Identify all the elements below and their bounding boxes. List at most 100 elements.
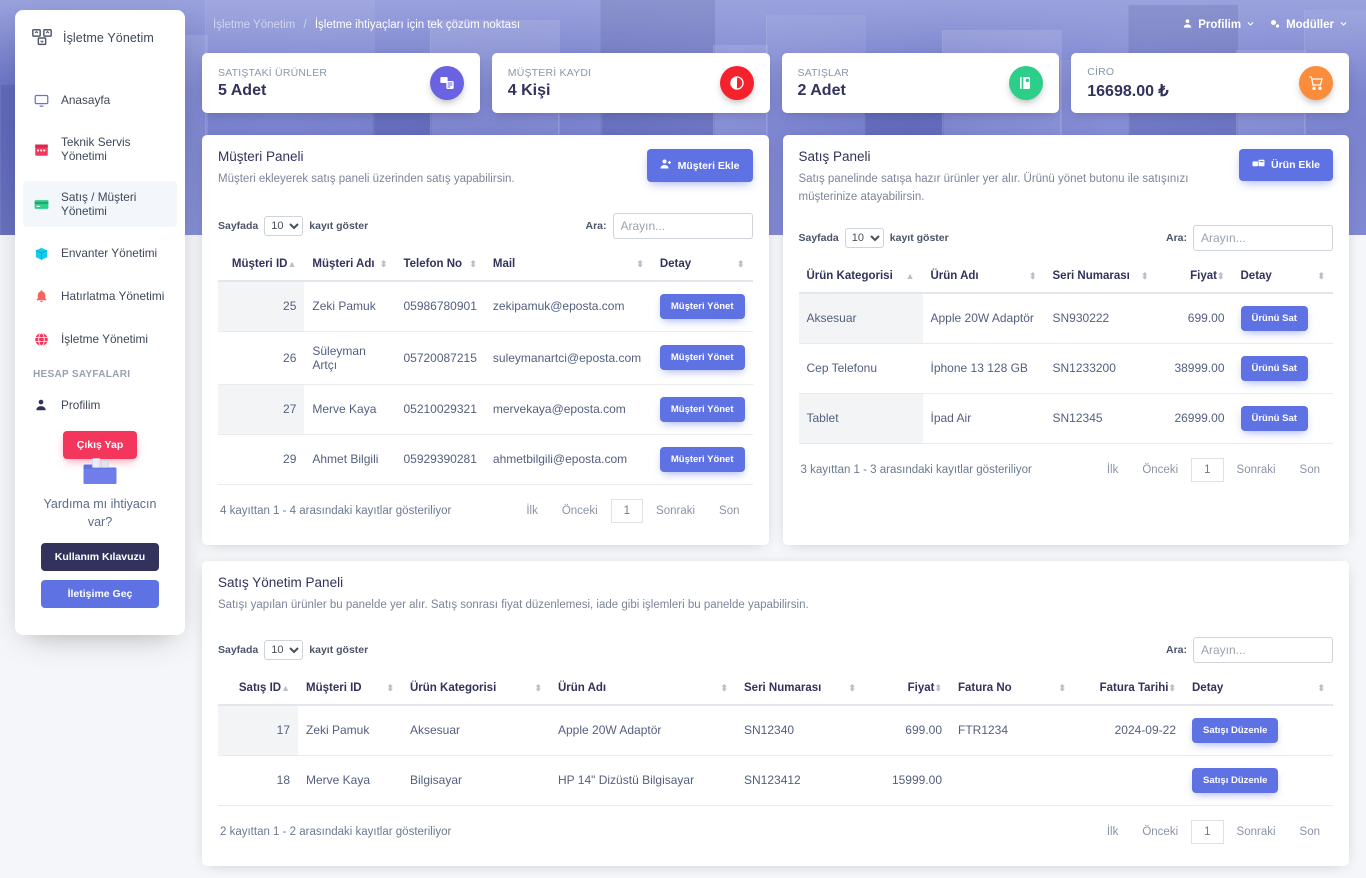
customer-search[interactable]: Ara:: [585, 212, 753, 239]
col-urun-adi[interactable]: Ürün Adı ⬍: [922, 263, 1045, 294]
breadcrumb-separator: /: [303, 19, 307, 31]
page-first[interactable]: İlk: [515, 500, 549, 522]
page-first[interactable]: İlk: [1096, 459, 1130, 481]
page-last[interactable]: Son: [708, 500, 750, 522]
col-seri-numarasi[interactable]: Seri Numarası ⬍: [1044, 263, 1157, 294]
page-next[interactable]: Sonraki: [645, 500, 706, 522]
page-current[interactable]: 1: [1191, 457, 1224, 482]
manage-customer-button[interactable]: Müşteri Yönet: [659, 396, 745, 422]
cell-action: Satışı Düzenle: [1184, 755, 1333, 806]
sidebar-item-label: Hatırlatma Yönetimi: [61, 289, 165, 303]
stat-value: 16698.00 ₺: [1087, 82, 1169, 100]
col-satis-id[interactable]: Satış ID ▲: [218, 675, 298, 706]
stat-value: 2 Adet: [797, 81, 846, 99]
sidebar-item-hatirlatma[interactable]: Hatırlatma Yönetimi: [23, 279, 177, 313]
col-urun-kategorisi[interactable]: Ürün Kategorisi ▲: [798, 263, 923, 294]
sell-product-button[interactable]: Ürünü Sat: [1240, 405, 1308, 431]
page-prev[interactable]: Önceki: [551, 500, 609, 522]
manage-customer-button[interactable]: Müşteri Yönet: [659, 446, 745, 472]
sales-table-info: 3 kayıttan 1 - 3 arasındaki kayıtlar gös…: [800, 463, 1032, 476]
search-input[interactable]: [1193, 636, 1333, 663]
sales-search[interactable]: Ara:: [1166, 224, 1333, 251]
col-urun-kategorisi[interactable]: Ürün Kategorisi ⬍: [402, 675, 550, 706]
table-header-row: Müşteri ID ▲ Müşteri Adı ⬍ Telefon No ⬍ Mai…: [218, 251, 753, 282]
edit-sale-button[interactable]: Satışı Düzenle: [1192, 767, 1279, 793]
page-first[interactable]: İlk: [1096, 821, 1130, 843]
cell-category: Aksesuar: [798, 292, 923, 344]
search-input[interactable]: [1193, 224, 1333, 251]
cell-mail: suleymanartci@eposta.com: [484, 331, 652, 385]
user-manual-button[interactable]: Kullanım Kılavuzu: [41, 543, 159, 571]
sidebar-item-profilim[interactable]: Profilim: [23, 388, 177, 422]
sales-page-length[interactable]: Sayfada 10 kayıt göster: [799, 227, 949, 248]
help-folder-icon: [41, 457, 159, 487]
mgmt-page-length[interactable]: Sayfada 10 kayıt göster: [218, 639, 368, 660]
length-prefix: Sayfada: [218, 643, 259, 656]
main-content: İşletme Yönetim / İşletme ihtiyaçları iç…: [185, 0, 1366, 878]
page-current[interactable]: 1: [1191, 819, 1224, 844]
sidebar-item-anasayfa[interactable]: Anasayfa: [23, 83, 177, 117]
page-prev[interactable]: Önceki: [1131, 821, 1189, 843]
page-length-select[interactable]: 10: [844, 227, 884, 248]
cell-invoice-date: [1074, 755, 1184, 806]
manage-customer-button[interactable]: Müşteri Yönet: [659, 345, 745, 371]
page-current[interactable]: 1: [610, 498, 644, 523]
col-telefon[interactable]: Telefon No ⬍: [395, 251, 485, 282]
page-next[interactable]: Sonraki: [1226, 821, 1287, 843]
col-urun-adi[interactable]: Ürün Adı ⬍: [550, 675, 736, 706]
stat-value: 5 Adet: [218, 81, 267, 99]
col-detay[interactable]: Detay ⬍: [1184, 675, 1333, 706]
panel-title: Satış Yönetim Paneli: [218, 574, 344, 590]
col-fiyat[interactable]: Fiyat ⬍: [1156, 263, 1233, 294]
customer-page-length[interactable]: Sayfada 10 kayıt göster: [218, 215, 368, 236]
cell-price: 699.00: [864, 704, 950, 756]
sales-management-table: Satış ID ▲ Müşteri ID ⬍ Ürün Kategorisi ⬍ Ü…: [218, 675, 1333, 806]
contact-button[interactable]: İletişime Geç: [41, 580, 159, 608]
manage-customer-button[interactable]: Müşteri Yönet: [659, 293, 745, 319]
page-length-select[interactable]: 10: [264, 639, 304, 660]
page-next[interactable]: Sonraki: [1226, 459, 1287, 481]
brand[interactable]: İşletme Yönetim: [15, 10, 185, 65]
panel-title: Müşteri Paneli: [218, 149, 304, 164]
sidebar-item-envanter[interactable]: Envanter Yönetimi: [23, 236, 177, 270]
col-musteri-id[interactable]: Müşteri ID ▲: [218, 251, 305, 282]
edit-sale-button[interactable]: Satışı Düzenle: [1192, 717, 1279, 743]
col-musteri-id[interactable]: Müşteri ID ⬍: [298, 675, 402, 706]
cell-action: Ürünü Sat: [1232, 292, 1333, 344]
col-fatura-no[interactable]: Fatura No ⬍: [950, 675, 1074, 706]
col-fatura-tarihi[interactable]: Fatura Tarihi ⬍: [1074, 675, 1184, 706]
sidebar-item-satis-musteri[interactable]: Satış / Müşteri Yönetimi: [23, 181, 177, 227]
col-seri-numarasi[interactable]: Seri Numarası ⬍: [736, 675, 864, 706]
modules-menu[interactable]: Modüller: [1269, 18, 1348, 33]
sidebar-item-isletme[interactable]: İşletme Yönetimi: [23, 322, 177, 356]
products-icon: [429, 66, 464, 100]
sidebar-item-teknik-servis[interactable]: Teknik Servis Yönetimi: [23, 126, 177, 172]
calendar-icon: [33, 141, 49, 157]
table-header-row: Satış ID ▲ Müşteri ID ⬍ Ürün Kategorisi ⬍ Ü…: [218, 675, 1333, 706]
cell-id: 29: [218, 434, 305, 485]
search-input[interactable]: [612, 212, 753, 239]
mgmt-search[interactable]: Ara:: [1166, 636, 1333, 663]
page-last[interactable]: Son: [1289, 821, 1331, 843]
profile-menu[interactable]: Profilim: [1182, 18, 1255, 32]
cell-action: Ürünü Sat: [1232, 343, 1333, 394]
col-fiyat[interactable]: Fiyat ⬍: [864, 675, 950, 706]
sell-product-button[interactable]: Ürünü Sat: [1240, 355, 1308, 381]
col-detay[interactable]: Detay ⬍: [651, 251, 753, 282]
page-prev[interactable]: Önceki: [1131, 459, 1189, 481]
page-length-select[interactable]: 10: [264, 215, 304, 236]
add-product-button[interactable]: Ürün Ekle: [1238, 149, 1333, 181]
col-detay[interactable]: Detay ⬍: [1232, 263, 1333, 294]
cell-price: 15999.00: [864, 755, 950, 806]
mgmt-pagination: İlk Önceki 1 Sonraki Son: [1096, 819, 1331, 844]
col-mail[interactable]: Mail ⬍: [484, 251, 652, 282]
cart-icon: [1299, 66, 1333, 100]
col-musteri-adi[interactable]: Müşteri Adı ⬍: [304, 251, 396, 282]
breadcrumb-root[interactable]: İşletme Yönetim: [213, 19, 295, 31]
logout-button[interactable]: Çıkış Yap: [62, 431, 138, 459]
cell-mail: ahmetbilgili@eposta.com: [484, 434, 652, 485]
add-customer-button[interactable]: Müşteri Ekle: [646, 149, 753, 182]
cell-action: Müşteri Yönet: [651, 331, 753, 385]
sell-product-button[interactable]: Ürünü Sat: [1240, 305, 1308, 331]
page-last[interactable]: Son: [1289, 459, 1331, 481]
